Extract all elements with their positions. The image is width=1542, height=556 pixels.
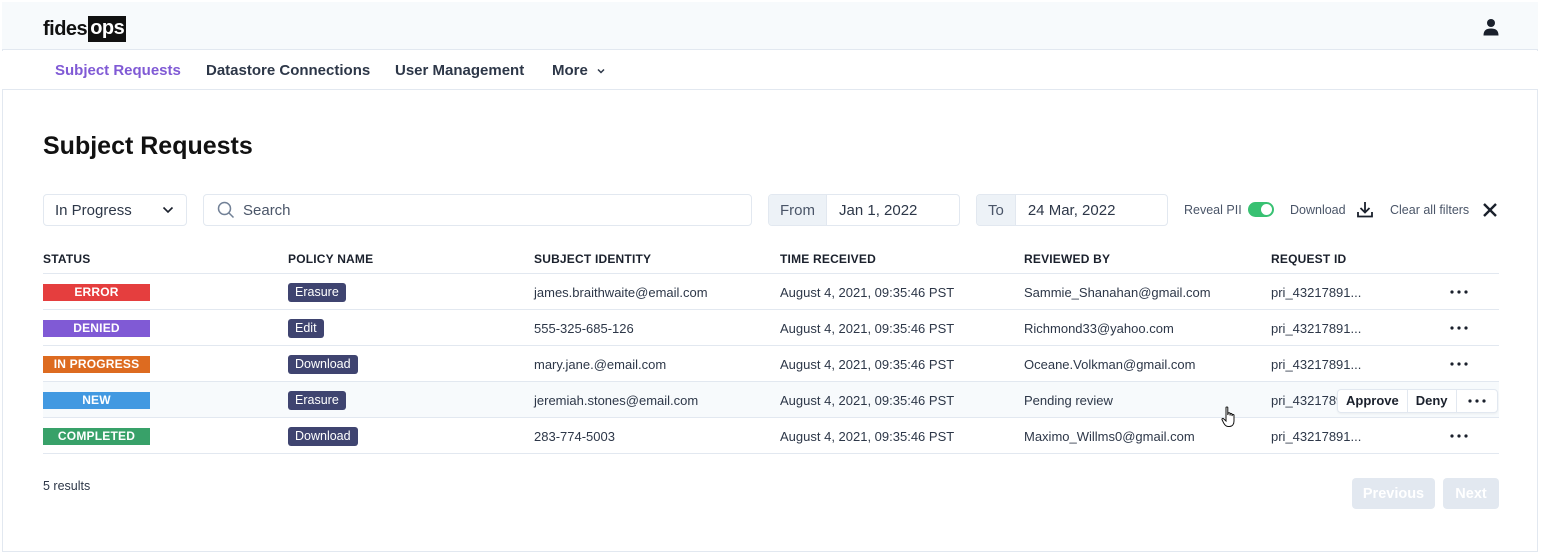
main-nav: Subject Requests Datastore Connections U… — [2, 51, 1538, 90]
download-icon[interactable] — [1357, 201, 1373, 218]
status-badge: DENIED — [43, 320, 150, 337]
policy-tag: Download — [288, 427, 358, 446]
table-row[interactable]: IN PROGRESS Download mary.jane.@email.co… — [43, 346, 1499, 382]
download-label[interactable]: Download — [1290, 203, 1346, 217]
reviewed-by: Richmond33@yahoo.com — [1024, 321, 1174, 336]
request-id: pri_43217891... — [1271, 429, 1362, 444]
more-horizontal-icon — [1467, 399, 1486, 403]
request-id: pri_43217891... — [1271, 285, 1362, 300]
policy-tag: Erasure — [288, 283, 346, 302]
status-badge: NEW — [43, 392, 150, 409]
results-count: 5 results — [43, 479, 91, 493]
column-header-request-id[interactable]: REQUEST ID — [1271, 252, 1346, 266]
nav-user-management[interactable]: User Management — [395, 62, 524, 79]
time-received: August 4, 2021, 09:35:46 PST — [780, 321, 955, 336]
status-filter-value: In Progress — [55, 201, 132, 219]
reviewed-by: Pending review — [1024, 393, 1113, 408]
request-id: pri_43217891... — [1271, 357, 1362, 372]
to-date-group: To 24 Mar, 2022 — [976, 194, 1168, 226]
to-date-input[interactable]: 24 Mar, 2022 — [1016, 195, 1116, 225]
search-input[interactable] — [243, 201, 723, 219]
status-badge: COMPLETED — [43, 428, 150, 445]
status-badge: ERROR — [43, 284, 150, 301]
close-icon[interactable] — [1482, 202, 1498, 218]
nav-more[interactable]: More — [552, 62, 606, 79]
to-label: To — [977, 195, 1016, 225]
time-received: August 4, 2021, 09:35:46 PST — [780, 393, 955, 408]
reviewed-by: Oceane.Volkman@gmail.com — [1024, 357, 1196, 372]
column-header-subject-identity[interactable]: SUBJECT IDENTITY — [534, 252, 651, 266]
table-row[interactable]: DENIED Edit 555-325-685-126 August 4, 20… — [43, 310, 1499, 346]
hand-pointer-icon — [1221, 406, 1235, 427]
subject-identity: james.braithwaite@email.com — [534, 285, 708, 300]
policy-tag: Download — [288, 355, 358, 374]
deny-button[interactable]: Deny — [1408, 390, 1457, 412]
nav-more-label: More — [552, 62, 588, 79]
table-row[interactable]: NEW Erasure jeremiah.stones@email.com Au… — [43, 382, 1499, 418]
reviewed-by: Sammie_Shanahan@gmail.com — [1024, 285, 1211, 300]
from-date-input[interactable]: Jan 1, 2022 — [827, 195, 917, 225]
logo-text-fides: fides — [43, 18, 88, 40]
status-badge: IN PROGRESS — [43, 356, 150, 373]
column-header-policy-name[interactable]: POLICY NAME — [288, 252, 373, 266]
next-button[interactable]: Next — [1443, 478, 1499, 509]
request-id: pri_43217891... — [1271, 321, 1362, 336]
approve-button[interactable]: Approve — [1338, 390, 1408, 412]
time-received: August 4, 2021, 09:35:46 PST — [780, 285, 955, 300]
page-title: Subject Requests — [43, 132, 253, 160]
time-received: August 4, 2021, 09:35:46 PST — [780, 429, 955, 444]
reviewed-by: Maximo_Willms0@gmail.com — [1024, 429, 1195, 444]
table-row[interactable]: COMPLETED Download 283-774-5003 August 4… — [43, 418, 1499, 454]
logo-text-ops: ops — [88, 16, 127, 42]
status-filter-select[interactable]: In Progress — [43, 194, 187, 226]
column-header-status[interactable]: STATUS — [43, 252, 90, 266]
more-horizontal-icon[interactable] — [1448, 428, 1470, 444]
chevron-down-icon — [162, 206, 174, 214]
more-horizontal-icon[interactable] — [1448, 320, 1470, 336]
row-action-group: Approve Deny — [1337, 389, 1498, 413]
more-horizontal-icon[interactable] — [1448, 356, 1470, 372]
time-received: August 4, 2021, 09:35:46 PST — [780, 357, 955, 372]
more-horizontal-icon[interactable] — [1448, 284, 1470, 300]
table-row[interactable]: ERROR Erasure james.braithwaite@email.co… — [43, 274, 1499, 310]
search-icon — [217, 201, 235, 219]
row-more-button[interactable] — [1457, 390, 1497, 412]
user-icon[interactable] — [1482, 18, 1500, 36]
subject-identity: 283-774-5003 — [534, 429, 615, 444]
clear-filters-label[interactable]: Clear all filters — [1390, 203, 1469, 217]
previous-button[interactable]: Previous — [1352, 478, 1435, 509]
request-id: pri_4321789 — [1271, 393, 1344, 408]
nav-datastore-connections[interactable]: Datastore Connections — [206, 62, 370, 79]
from-label: From — [769, 195, 827, 225]
from-date-group: From Jan 1, 2022 — [768, 194, 960, 226]
nav-subject-requests[interactable]: Subject Requests — [55, 62, 181, 79]
column-header-reviewed-by[interactable]: REVIEWED BY — [1024, 252, 1110, 266]
reveal-pii-toggle[interactable] — [1248, 202, 1274, 217]
column-header-time-received[interactable]: TIME RECEIVED — [780, 252, 876, 266]
subject-identity: mary.jane.@email.com — [534, 357, 667, 372]
top-bar: fides ops — [2, 2, 1538, 50]
subject-identity: 555-325-685-126 — [534, 321, 634, 336]
fidesops-logo[interactable]: fides ops — [43, 16, 127, 42]
search-box — [203, 194, 752, 226]
policy-tag: Erasure — [288, 391, 346, 410]
reveal-pii-label: Reveal PII — [1184, 203, 1242, 217]
subject-identity: jeremiah.stones@email.com — [534, 393, 699, 408]
policy-tag: Edit — [288, 319, 324, 338]
chevron-down-icon — [597, 69, 605, 74]
